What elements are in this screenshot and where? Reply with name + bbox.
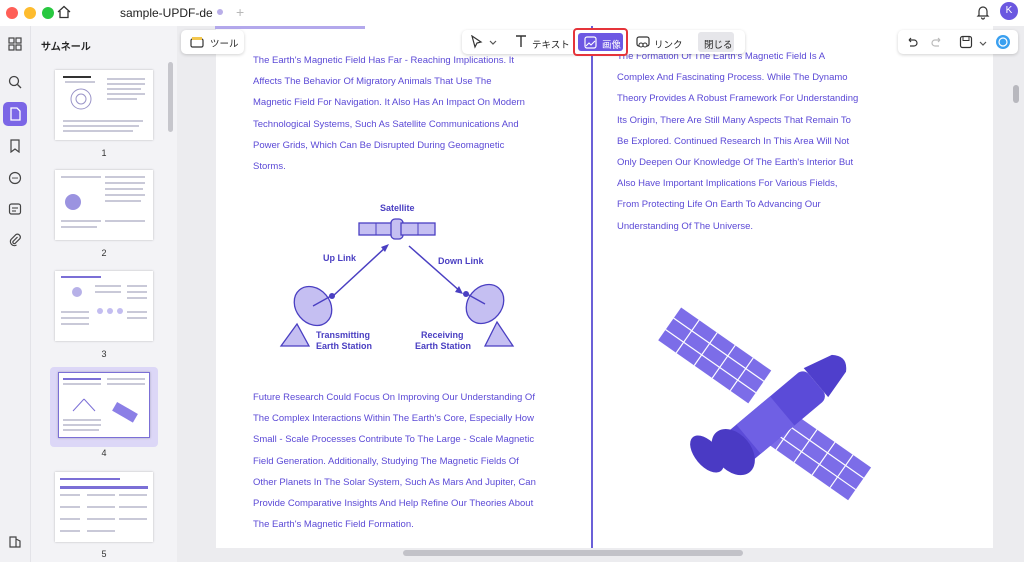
chevron-down-icon[interactable] xyxy=(489,35,497,53)
diagram-label-receiving: Receiving xyxy=(421,330,464,340)
redo-icon[interactable] xyxy=(930,35,944,54)
text-tool-button[interactable]: テキスト xyxy=(532,37,570,51)
satellite-link-diagram[interactable]: Satellite Up Link Down Link Transmitting… xyxy=(277,196,537,356)
updf-window: sample-UPDF-de + K サムネール 1 2 3 4 5 The E… xyxy=(0,0,1024,562)
diagram-label-up-link: Up Link xyxy=(323,253,356,263)
paragraph-formation[interactable]: The Formation Of The Earth's Magnetic Fi… xyxy=(617,46,858,237)
text-tool-icon[interactable] xyxy=(514,34,528,53)
page-thumbnail-3[interactable] xyxy=(55,271,153,341)
image-tool-label: 画像 xyxy=(602,40,622,51)
close-window-button[interactable] xyxy=(6,7,18,19)
undo-icon[interactable] xyxy=(905,35,919,54)
attachment-icon[interactable] xyxy=(5,230,25,250)
page-header-bar xyxy=(215,26,365,29)
stamp-icon[interactable] xyxy=(5,199,25,219)
page-number-1: 1 xyxy=(101,148,107,158)
toolbox-icon xyxy=(190,35,204,54)
thumbnail-panel-icon[interactable] xyxy=(3,102,27,126)
ai-assistant-icon[interactable] xyxy=(995,34,1011,55)
new-tab-button[interactable]: + xyxy=(236,4,244,20)
document-viewport[interactable]: The Earth's Magnetic Field Has Far - Rea… xyxy=(177,26,1024,562)
image-icon xyxy=(584,36,597,54)
image-tool-button[interactable]: 画像 xyxy=(573,28,628,56)
comment-icon[interactable] xyxy=(5,168,25,188)
user-avatar[interactable]: K xyxy=(1000,2,1018,20)
tools-button[interactable]: ツール xyxy=(181,30,244,54)
page-divider xyxy=(591,26,593,548)
page-thumbnail-2[interactable] xyxy=(55,170,153,240)
save-options-chevron-icon[interactable] xyxy=(979,36,987,54)
paragraph-future-research[interactable]: Future Research Could Focus On Improving… xyxy=(253,387,536,535)
save-icon[interactable] xyxy=(959,35,973,54)
thumbnail-scrollbar[interactable] xyxy=(168,62,173,132)
horizontal-scrollbar[interactable] xyxy=(403,550,743,556)
title-bar: sample-UPDF-de + K xyxy=(0,0,1024,26)
close-edit-button[interactable]: 閉じる xyxy=(698,32,734,52)
satellite-image[interactable] xyxy=(647,304,887,504)
page-thumbnail-1[interactable] xyxy=(55,70,153,140)
diagram-label-satellite: Satellite xyxy=(380,203,415,213)
search-icon[interactable] xyxy=(5,72,25,92)
page-number-2: 2 xyxy=(101,248,107,258)
page-thumbnail-5[interactable] xyxy=(55,472,153,542)
diagram-label-transmitting: Transmitting xyxy=(316,330,371,340)
page-thumbnail-4[interactable] xyxy=(58,372,150,438)
link-tool-icon[interactable] xyxy=(636,35,650,54)
page-number-5: 5 xyxy=(101,549,107,559)
close-edit-label: 閉じる xyxy=(704,40,733,51)
home-icon[interactable] xyxy=(56,4,72,25)
notification-bell-icon[interactable] xyxy=(975,4,991,25)
unsaved-dot-icon xyxy=(217,9,223,15)
zoom-window-button[interactable] xyxy=(42,7,54,19)
diagram-label-transmitting-station: Earth Station xyxy=(316,341,373,351)
page-number-4: 4 xyxy=(101,448,107,458)
diagram-label-down-link: Down Link xyxy=(438,256,484,266)
layers-icon[interactable] xyxy=(5,532,25,552)
select-pointer-icon[interactable] xyxy=(470,34,484,54)
bookmark-icon[interactable] xyxy=(5,136,25,156)
tools-label: ツール xyxy=(210,39,239,50)
left-tool-rail xyxy=(0,26,31,562)
grid-organize-icon[interactable] xyxy=(5,34,25,54)
paragraph-implications[interactable]: The Earth's Magnetic Field Has Far - Rea… xyxy=(253,50,525,177)
minimize-window-button[interactable] xyxy=(24,7,36,19)
vertical-scrollbar[interactable] xyxy=(1013,85,1019,103)
thumbnail-panel: サムネール 1 2 3 4 5 xyxy=(31,26,177,562)
diagram-label-receiving-station: Earth Station xyxy=(415,341,472,351)
page-number-3: 3 xyxy=(101,349,107,359)
link-tool-button[interactable]: リンク xyxy=(654,37,683,51)
thumbnail-panel-title: サムネール xyxy=(41,42,91,53)
document-tab-title[interactable]: sample-UPDF-de xyxy=(120,6,213,20)
